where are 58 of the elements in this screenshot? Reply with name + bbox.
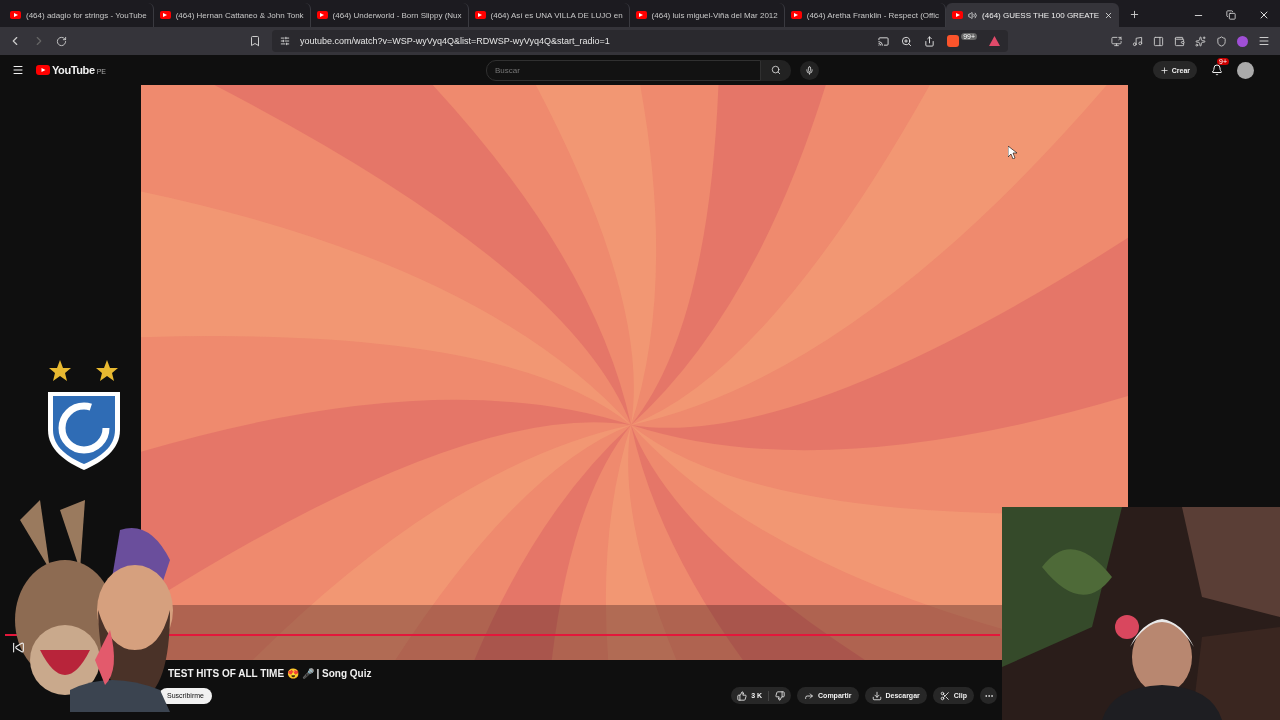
search-button[interactable]: [760, 59, 791, 81]
speaker-icon[interactable]: [968, 10, 978, 20]
tab-title: (464) Hernan Cattaneo & John Tonk: [175, 10, 304, 20]
video-title: TEST HITS OF ALL TIME 😍 🎤 | Song Quiz: [168, 668, 373, 679]
tab-title: (464) Underworld - Born Slippy (Nux: [332, 10, 462, 20]
reload-icon[interactable]: [56, 35, 67, 47]
share-icon[interactable]: [924, 35, 936, 47]
download-icon: [871, 690, 882, 701]
zoom-icon[interactable]: [901, 35, 913, 47]
close-icon[interactable]: [1258, 9, 1270, 21]
new-tab-icon[interactable]: [1129, 9, 1141, 20]
more-button[interactable]: [980, 687, 997, 704]
restore-icon[interactable]: [1226, 10, 1236, 20]
menu-icon[interactable]: [1258, 35, 1270, 47]
video-icon: [10, 11, 21, 19]
shield-icon[interactable]: [1216, 35, 1227, 47]
screen-icon[interactable]: [1111, 35, 1122, 47]
video-icon: [474, 11, 486, 19]
sparkle-icon[interactable]: [1195, 35, 1206, 47]
tab-title: (464) Aretha Franklin - Respect (Offic: [806, 10, 940, 20]
url-text: youtube.com/watch?v=WSP-wyVyq4Q&list=RDWSP-wyVyq4Q&start_radio=1: [300, 36, 610, 46]
shield-button[interactable]: [947, 35, 960, 47]
site-settings-icon[interactable]: [280, 36, 290, 46]
scissors-icon: [939, 690, 950, 701]
mic-button[interactable]: [799, 60, 819, 80]
cast-icon[interactable]: [878, 35, 890, 47]
menu-icon[interactable]: [12, 64, 24, 76]
play-logo-icon: [36, 65, 50, 75]
bookmark-icon[interactable]: [249, 35, 261, 47]
video-icon: [159, 11, 171, 19]
mic-icon: [804, 65, 814, 75]
video-icon: [316, 11, 328, 19]
triangle-icon[interactable]: [989, 36, 1000, 46]
tab-title: (464) GUESS THE 100 GREATE: [982, 10, 1100, 20]
video-icon: [635, 11, 647, 19]
plus-icon: [1159, 65, 1169, 75]
search-field[interactable]: Buscar: [485, 59, 761, 81]
tab-title: (464) adagio for strings - YouTube: [26, 10, 147, 20]
search-icon: [770, 65, 781, 75]
profile-icon[interactable]: [1237, 35, 1248, 47]
avatar[interactable]: [1237, 61, 1254, 79]
video-icon: [790, 11, 802, 19]
browser-tab[interactable]: (464) GUESS THE 100 GREATE: [946, 3, 1120, 27]
wallet-icon[interactable]: [1174, 35, 1185, 47]
share-icon: [804, 690, 815, 701]
thumbs-down-icon: [775, 690, 786, 701]
tab-title: (464) Así es UNA VILLA DE LUJO en: [490, 10, 623, 20]
music-icon[interactable]: [1132, 35, 1143, 47]
close-icon[interactable]: [1104, 10, 1114, 20]
skip-back-icon: [12, 641, 25, 654]
bell-icon[interactable]: [1211, 64, 1223, 76]
search-input[interactable]: Buscar: [494, 65, 760, 75]
video-icon: [952, 11, 964, 19]
logo-text: YouTube: [52, 64, 95, 76]
previous-button[interactable]: [12, 641, 25, 654]
tab-title: (464) luis miguel-Viña del Mar 2012: [651, 10, 778, 20]
sidebar-icon[interactable]: [1153, 35, 1164, 47]
thumbs-up-icon: [737, 690, 748, 701]
